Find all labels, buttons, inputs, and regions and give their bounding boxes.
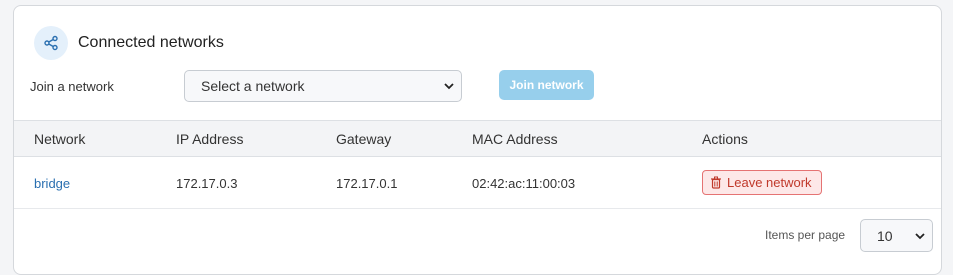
- items-per-page-select[interactable]: 10: [860, 219, 933, 252]
- section-header: Connected networks: [34, 26, 224, 60]
- column-header-actions: Actions: [702, 131, 748, 147]
- column-header-gateway: Gateway: [336, 131, 392, 147]
- chevron-down-icon: [443, 80, 455, 92]
- column-header-network: Network: [34, 131, 86, 147]
- chevron-down-icon: [914, 230, 926, 242]
- join-network-label: Join a network: [30, 79, 114, 94]
- items-per-page-value: 10: [877, 227, 893, 244]
- share-nodes-icon: [34, 26, 68, 60]
- join-network-button[interactable]: Join network: [499, 70, 594, 100]
- network-select-value: Select a network: [201, 78, 305, 94]
- network-select[interactable]: Select a network: [184, 70, 462, 102]
- connected-networks-card: Connected networks Join a network Select…: [13, 5, 942, 275]
- mac-address-cell: 02:42:ac:11:00:03: [472, 176, 576, 191]
- network-name-link[interactable]: bridge: [34, 176, 70, 191]
- column-header-mac-address: MAC Address: [472, 131, 558, 147]
- items-per-page-label: Items per page: [765, 228, 846, 242]
- section-title: Connected networks: [78, 34, 224, 51]
- table-header: Network IP Address Gateway MAC Address A…: [14, 120, 941, 157]
- leave-network-label: Leave network: [727, 175, 812, 190]
- trash-icon: [710, 176, 722, 189]
- leave-network-button[interactable]: Leave network: [702, 170, 822, 195]
- ip-address-cell: 172.17.0.3: [176, 176, 238, 191]
- gateway-cell: 172.17.0.1: [336, 176, 398, 191]
- column-header-ip-address: IP Address: [176, 131, 244, 147]
- table-row: bridge 172.17.0.3 172.17.0.1 02:42:ac:11…: [14, 157, 941, 209]
